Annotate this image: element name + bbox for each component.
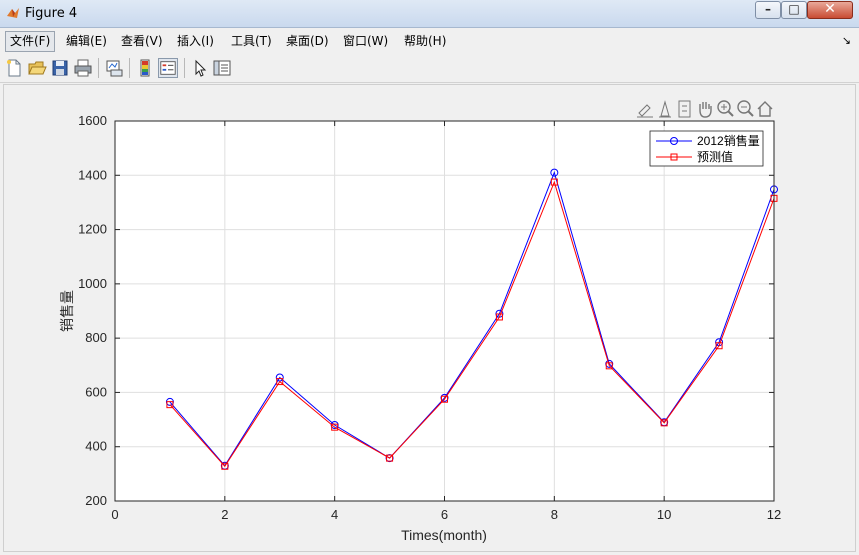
link-plot-icon[interactable]	[104, 58, 124, 78]
plot-svg: 0 2 4 6 8 10 12 200 400 600 800 1000 1200 1400 1600 Ti…	[59, 100, 781, 543]
x-tick-label: 6	[441, 507, 448, 522]
menu-help[interactable]: 帮助(H)	[400, 32, 450, 51]
y-tick-label: 200	[85, 493, 107, 508]
menu-dock-icon[interactable]: ↘	[842, 34, 851, 47]
print-icon[interactable]	[73, 58, 93, 78]
menu-edit[interactable]: 编辑(E)	[62, 32, 111, 51]
title-bar: Figure 4 – □ ✕	[0, 0, 859, 28]
x-tick-label: 2	[221, 507, 228, 522]
rotate-icon[interactable]	[678, 100, 691, 118]
x-tick-label: 4	[331, 507, 338, 522]
y-tick-label: 1400	[78, 167, 107, 182]
menu-insert[interactable]: 插入(I)	[173, 32, 218, 51]
home-icon[interactable]	[757, 101, 773, 117]
toolbar-separator	[129, 58, 130, 78]
menu-window[interactable]: 窗口(W)	[339, 32, 392, 51]
toolbar-separator	[98, 58, 99, 78]
legend-label-series-2: 预测值	[697, 149, 733, 164]
pan-icon[interactable]	[699, 102, 712, 118]
zoom-in-icon[interactable]	[717, 100, 734, 117]
minimize-icon: –	[765, 2, 771, 16]
legend-label-series-1: 2012销售量	[697, 133, 760, 148]
figure-toolbar	[0, 55, 859, 83]
menu-view[interactable]: 查看(V)	[117, 32, 167, 51]
y-axis-label: 销售量	[59, 290, 75, 332]
new-figure-icon[interactable]	[4, 58, 24, 78]
x-tick-label: 12	[767, 507, 781, 522]
property-inspector-icon[interactable]	[212, 58, 232, 78]
figure-canvas: 0 2 4 6 8 10 12 200 400 600 800 1000 1200 1400 1600 Ti…	[3, 84, 856, 552]
close-icon: ✕	[824, 1, 836, 17]
open-file-icon[interactable]	[27, 58, 47, 78]
data-cursor-icon[interactable]	[659, 100, 671, 118]
maximize-icon: □	[788, 2, 800, 16]
menu-bar: 文件(F) 编辑(E) 查看(V) 插入(I) 工具(T) 桌面(D) 窗口(W…	[0, 28, 859, 54]
brush-icon[interactable]	[637, 104, 653, 118]
y-tick-label: 800	[85, 330, 107, 345]
y-tick-label: 400	[85, 439, 107, 454]
y-tick-label: 1000	[78, 276, 107, 291]
toolbar-separator	[184, 58, 185, 78]
minimize-button[interactable]: –	[755, 1, 781, 19]
zoom-out-icon[interactable]	[737, 100, 754, 117]
window-title: Figure 4	[25, 6, 78, 21]
y-tick-label: 1600	[78, 113, 107, 128]
maximize-button[interactable]: □	[781, 1, 807, 19]
y-tick-label: 1200	[78, 222, 107, 237]
x-tick-label: 8	[551, 507, 558, 522]
colorbar-icon[interactable]	[135, 58, 155, 78]
y-tick-label: 600	[85, 384, 107, 399]
save-icon[interactable]	[50, 58, 70, 78]
legend-icon[interactable]	[158, 58, 178, 78]
x-tick-label: 0	[111, 507, 118, 522]
x-tick-label: 10	[657, 507, 671, 522]
menu-tools[interactable]: 工具(T)	[227, 32, 276, 51]
x-axis-label: Times(month)	[401, 527, 487, 543]
axes-toolbar	[637, 100, 773, 118]
pointer-icon[interactable]	[190, 58, 210, 78]
menu-desktop[interactable]: 桌面(D)	[282, 32, 333, 51]
close-button[interactable]: ✕	[807, 1, 853, 19]
matlab-icon	[7, 8, 19, 18]
menu-file[interactable]: 文件(F)	[5, 31, 56, 52]
legend[interactable]: 2012销售量 预测值	[649, 130, 764, 167]
